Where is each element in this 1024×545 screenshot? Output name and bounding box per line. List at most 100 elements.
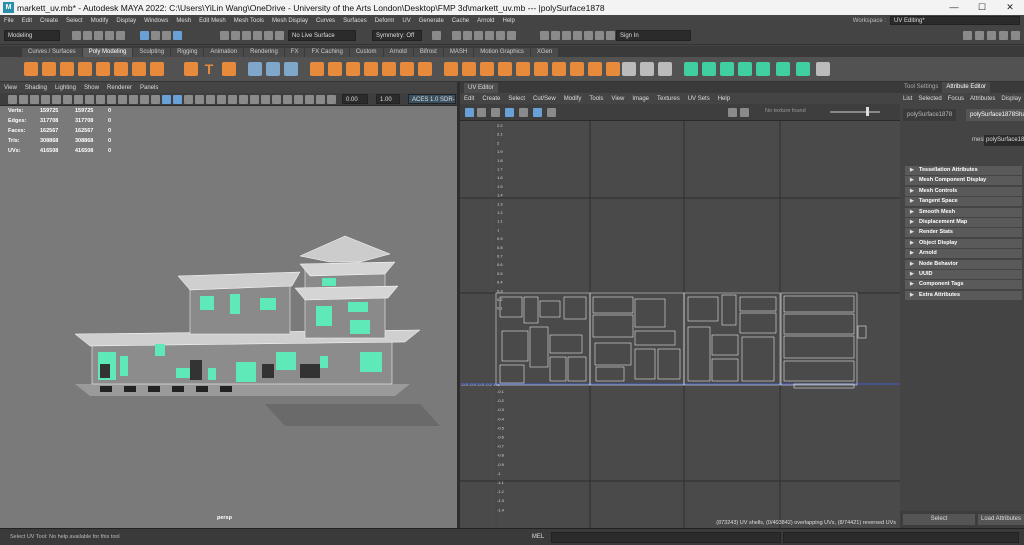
select-object-icon[interactable] [151,31,160,40]
shelf-tab-rendering[interactable]: Rendering [244,48,284,57]
section-node-behavior[interactable]: ▶ Node Behavior [905,259,1022,269]
menu-cache[interactable]: Cache [448,18,473,24]
shadows-icon[interactable] [239,95,248,104]
connect-icon[interactable] [658,62,672,76]
gamma-icon[interactable] [327,95,336,104]
menu-mesh-display[interactable]: Mesh Display [268,18,312,24]
uv-menu-cut-sew[interactable]: Cut/Sew [529,96,560,102]
poly-sphere-icon[interactable] [24,62,38,76]
undo-icon[interactable] [105,31,114,40]
cut-uv-icon[interactable] [816,62,830,76]
uv-editor-tab[interactable]: UV Editor [464,83,498,93]
uv-editor-icon[interactable] [776,62,790,76]
arnold-ipr-icon[interactable] [551,31,560,40]
section-tessellation-attributes[interactable]: ▶ Tessellation Attributes [905,166,1022,175]
uv-menu-textures[interactable]: Textures [653,96,684,102]
maximize-button[interactable]: ☐ [968,0,996,15]
texture-display-icon[interactable] [728,108,737,117]
poly-type-icon[interactable]: T [202,62,216,76]
uv-toolkit-icon[interactable] [796,62,810,76]
menu-file[interactable]: File [0,18,18,24]
menu-arnold[interactable]: Arnold [473,18,498,24]
uv-canvas[interactable]: 2.2 2.1 2 1.9 1.8 1.7 1.6 1.5 1.4 1.3 1.2 1.1 1 0.9 0.… [460,121,900,528]
circularize-icon[interactable] [606,62,620,76]
close-button[interactable]: ✕ [996,0,1024,15]
shelf-tab-bifrost[interactable]: Bifrost [413,48,443,57]
isolate-select-icon[interactable] [294,95,303,104]
snap-view-icon[interactable] [275,31,284,40]
smooth-shade-icon[interactable] [173,95,182,104]
menu-create[interactable]: Create [36,18,62,24]
xray-component-icon[interactable] [305,95,314,104]
spherical-map-icon[interactable] [720,62,734,76]
arnold-light-icon[interactable] [573,31,582,40]
camera-map-icon[interactable] [756,62,770,76]
menu-generate[interactable]: Generate [415,18,448,24]
tool-settings-icon[interactable] [999,31,1008,40]
multi-cut-icon[interactable] [622,62,636,76]
tab-tool-settings[interactable]: Tool Settings [900,82,942,93]
mesh-name-field[interactable]: polySurface1878 [984,135,1024,146]
uv-isolate-icon[interactable] [533,108,542,117]
menu-edit[interactable]: Edit [18,18,36,24]
new-scene-icon[interactable] [72,31,81,40]
remesh-icon[interactable] [364,62,378,76]
render-view-icon[interactable] [496,31,505,40]
section-tangent-space[interactable]: ▶ Tangent Space [905,197,1022,207]
select-by-type-icon[interactable] [173,31,182,40]
ambient-occlusion-icon[interactable] [250,95,259,104]
retopologize-icon[interactable] [382,62,396,76]
reduce-icon[interactable] [328,62,342,76]
poly-platonic-icon[interactable] [150,62,164,76]
shelf-tab-fx-caching[interactable]: FX Caching [305,48,349,57]
menu-deform[interactable]: Deform [371,18,399,24]
shelf-tab-animation[interactable]: Animation [204,48,244,57]
section-mesh-component-display[interactable]: ▶ Mesh Component Display [905,176,1022,186]
uv-menu-create[interactable]: Create [478,96,504,102]
svg-icon[interactable] [222,62,236,76]
combine-icon[interactable] [248,62,262,76]
ae-menu-list[interactable]: List [900,96,915,102]
bevel-icon[interactable] [480,62,494,76]
viewport-menu-view[interactable]: View [0,85,21,91]
uv-wireframe-icon[interactable] [477,108,486,117]
boolean-icon[interactable] [284,62,298,76]
modeling-toolkit-icon[interactable] [963,31,972,40]
color-space-dropdown[interactable]: ACES 1.0 SDR-vi [408,94,456,113]
select-component-icon[interactable] [162,31,171,40]
section-render-stats[interactable]: ▶ Render Stats [905,228,1022,238]
snap-curve-icon[interactable] [231,31,240,40]
mirror-icon[interactable] [346,62,360,76]
collapse-icon[interactable] [534,62,548,76]
anti-aliasing-icon[interactable] [272,95,281,104]
shelf-tab-mash[interactable]: MASH [443,48,474,57]
uv-menu-tools[interactable]: Tools [585,96,607,102]
menu-help[interactable]: Help [498,18,518,24]
viewport-menu-panels[interactable]: Panels [136,85,162,91]
wedge-icon[interactable] [588,62,602,76]
lock-camera-icon[interactable] [19,95,28,104]
chamfer-icon[interactable] [552,62,566,76]
select-hierarchy-icon[interactable] [140,31,149,40]
viewport-menu-renderer[interactable]: Renderer [103,85,136,91]
grid-icon[interactable] [85,95,94,104]
poke-icon[interactable] [570,62,584,76]
uv-distortion-icon[interactable] [519,108,528,117]
film-gate-icon[interactable] [96,95,105,104]
target-weld-icon[interactable] [640,62,654,76]
texture-slider-handle[interactable] [866,107,869,116]
redo-icon[interactable] [116,31,125,40]
menu-uv[interactable]: UV [398,18,414,24]
bookmarks-icon[interactable] [41,95,50,104]
shelf-tab-motion-graphics[interactable]: Motion Graphics [474,48,530,57]
depth-of-field-icon[interactable] [283,95,292,104]
safe-title-icon[interactable] [151,95,160,104]
uv-menu-modify[interactable]: Modify [560,96,586,102]
section-mesh-controls[interactable]: ▶ Mesh Controls [905,186,1022,196]
uv-view[interactable]: 2.2 2.1 2 1.9 1.8 1.7 1.6 1.5 1.4 1.3 1.2 1.1 1 0.9 0.… [460,121,900,528]
gamma-field[interactable]: 1.00 [376,94,400,104]
tab-attribute-editor[interactable]: Attribute Editor [942,82,991,93]
arnold-render-icon[interactable] [540,31,549,40]
section-component-tags[interactable]: ▶ Component Tags [905,280,1022,290]
channel-box-icon[interactable] [1011,31,1020,40]
